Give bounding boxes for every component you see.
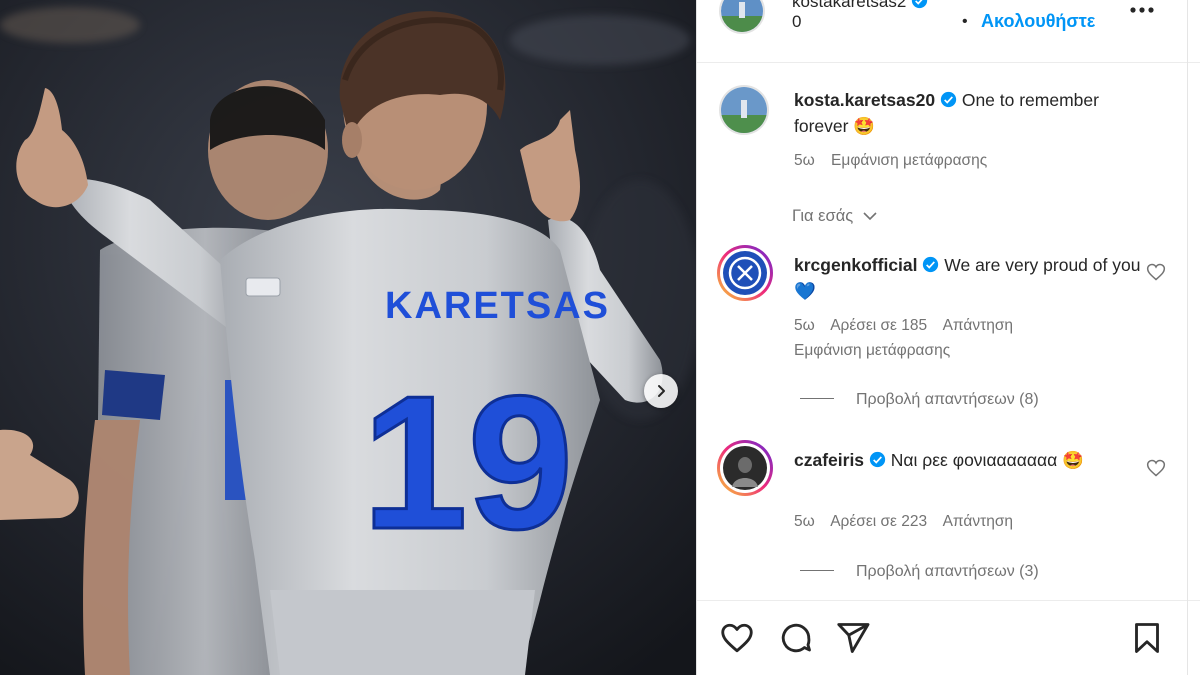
comment-icon[interactable] <box>778 620 814 656</box>
for-you-label: Για εσάς <box>792 207 854 225</box>
replies-line <box>800 570 834 571</box>
follow-button[interactable]: Ακολουθήστε <box>981 11 1095 32</box>
header-username-wrap: 0 <box>792 12 802 31</box>
caption-translate-button[interactable]: Εμφάνιση μετάφρασης <box>831 152 987 169</box>
like-icon[interactable] <box>719 620 755 656</box>
actions-divider <box>697 600 1200 601</box>
caption-meta: 5ω Εμφάνιση μετάφρασης <box>794 152 999 170</box>
comment-2-likes[interactable]: Αρέσει σε 223 <box>830 513 927 530</box>
comment-1-like-icon[interactable] <box>1146 262 1166 282</box>
jersey-name: KARETSAS <box>385 285 610 327</box>
caption-avatar[interactable] <box>719 85 769 135</box>
chevron-right-icon <box>658 385 665 397</box>
comment-2-reply-button[interactable]: Απάντηση <box>943 513 1013 530</box>
post-photo[interactable]: PA KARETSAS 19 <box>0 0 696 675</box>
caption-text: kosta.karetsas20 One to remember forever… <box>794 87 1154 139</box>
verified-badge-icon <box>869 451 886 468</box>
replies-line <box>800 398 834 399</box>
verified-badge-icon <box>911 0 928 9</box>
jersey-number: 19 <box>362 357 573 569</box>
comment-1-reply-button[interactable]: Απάντηση <box>943 317 1013 334</box>
comment-2-text: czafeiris Ναι ρεε φονιααααααα 🤩 <box>794 447 1154 473</box>
header-username[interactable]: kostakaretsas2 <box>792 0 928 12</box>
more-options-button[interactable] <box>1129 2 1155 20</box>
next-photo-button[interactable] <box>644 374 678 408</box>
comment-2-body: Ναι ρεε φονιααααααα <box>890 450 1058 470</box>
comment-1-meta: 5ω Αρέσει σε 185 Απάντηση <box>794 317 1025 335</box>
verified-badge-icon <box>923 256 939 273</box>
comment-1-likes[interactable]: Αρέσει σε 185 <box>830 317 927 334</box>
comment-1-translate-button[interactable]: Εμφάνιση μετάφρασης <box>794 342 950 360</box>
comment-1-view-replies[interactable]: Προβολή απαντήσεων (8) <box>800 391 1039 409</box>
comment-2-username[interactable]: czafeiris <box>794 450 864 470</box>
caption-username[interactable]: kosta.karetsas20 <box>794 90 935 110</box>
comment-1-body: We are very proud of you <box>944 255 1141 275</box>
comment-2-time[interactable]: 5ω <box>794 513 815 530</box>
comment-2-view-replies-label: Προβολή απαντήσεων (3) <box>856 563 1039 580</box>
comment-avatar-czafeiris[interactable] <box>717 440 773 496</box>
star-struck-emoji: 🤩 <box>853 116 876 136</box>
comment-1-username[interactable]: krcgenkofficial <box>794 255 918 275</box>
caption-time[interactable]: 5ω <box>794 152 815 169</box>
share-icon[interactable] <box>835 620 871 656</box>
post-side-panel: kostakaretsas2 0 • Ακολουθήστε kosta.kar… <box>696 0 1200 675</box>
more-horizontal-icon <box>1130 7 1154 13</box>
author-avatar[interactable] <box>719 0 765 34</box>
scrollbar[interactable] <box>1187 0 1188 675</box>
comment-1-view-replies-label: Προβολή απαντήσεων (8) <box>856 391 1039 408</box>
comment-2-meta: 5ω Αρέσει σε 223 Απάντηση <box>794 513 1025 531</box>
save-icon[interactable] <box>1129 620 1165 656</box>
comment-1-time[interactable]: 5ω <box>794 317 815 334</box>
comment-2-view-replies[interactable]: Προβολή απαντήσεων (3) <box>800 563 1039 581</box>
comment-avatar-krcgenk[interactable] <box>717 245 773 301</box>
chevron-down-icon <box>863 212 877 221</box>
comment-1-text: krcgenkofficial We are very proud of you… <box>794 252 1154 304</box>
for-you-toggle[interactable]: Για εσάς <box>792 207 878 226</box>
verified-badge-icon <box>940 91 957 108</box>
star-struck-emoji: 🤩 <box>1062 450 1084 470</box>
header-dot: • <box>962 13 968 30</box>
player-photo: PA KARETSAS 19 <box>0 0 696 675</box>
blue-heart-emoji: 💙 <box>794 281 816 301</box>
comment-2-like-icon[interactable] <box>1146 458 1166 478</box>
header-divider <box>697 62 1200 63</box>
